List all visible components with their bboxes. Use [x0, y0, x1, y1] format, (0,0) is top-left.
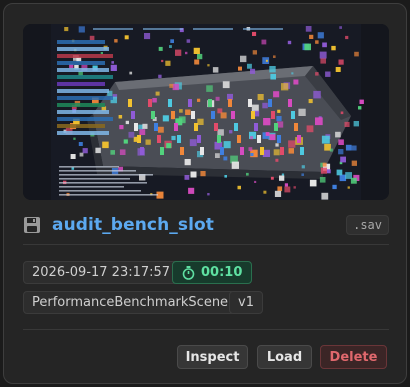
divider: [23, 244, 389, 245]
delete-button[interactable]: Delete: [320, 345, 387, 369]
stopwatch-icon: [182, 265, 195, 280]
playtime-chip: 00:10: [172, 261, 253, 284]
save-timestamp: 2026-09-17 23:17:57: [32, 265, 171, 280]
file-extension-badge: .sav: [346, 215, 389, 235]
divider: [23, 329, 389, 330]
version-chip: v1: [229, 291, 263, 314]
playtime-value: 00:10: [201, 265, 243, 280]
floppy-disk-icon: [24, 217, 40, 233]
load-button[interactable]: Load: [257, 345, 312, 369]
scene-name: PerformanceBenchmarkScene: [32, 295, 229, 310]
save-slot-name: audit_bench_slot: [52, 215, 215, 235]
save-title-row: audit_bench_slot .sav: [23, 212, 389, 238]
version-value: v1: [238, 295, 254, 310]
save-slot-card: audit_bench_slot .sav 2026-09-17 23:17:5…: [3, 3, 407, 384]
inspect-button[interactable]: Inspect: [177, 345, 248, 369]
scene-chip: PerformanceBenchmarkScene: [23, 291, 238, 314]
timestamp-chip: 2026-09-17 23:17:57: [23, 261, 180, 284]
save-thumbnail: [23, 24, 389, 200]
